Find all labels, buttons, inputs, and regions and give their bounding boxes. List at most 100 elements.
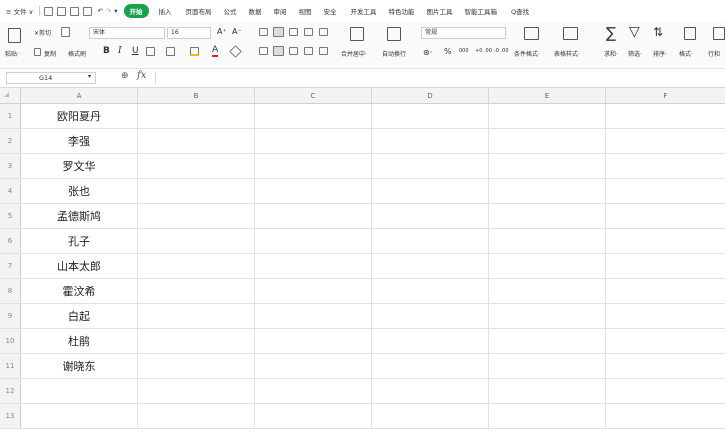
cell-d13[interactable] bbox=[372, 404, 489, 428]
select-all-corner[interactable] bbox=[0, 88, 21, 103]
name-box-dropdown-icon[interactable]: ▾ bbox=[88, 73, 91, 80]
cell-a13[interactable] bbox=[21, 404, 138, 428]
tab-features[interactable]: 特色功能 bbox=[389, 6, 415, 16]
tab-security[interactable]: 安全 bbox=[324, 6, 337, 16]
cell-d6[interactable] bbox=[372, 229, 489, 253]
tab-review[interactable]: 审阅 bbox=[274, 6, 287, 16]
row-header[interactable]: 10 bbox=[0, 329, 21, 353]
cell-f4[interactable] bbox=[606, 179, 725, 203]
italic-button[interactable]: I bbox=[118, 46, 122, 56]
cell-f11[interactable] bbox=[606, 354, 725, 378]
filter-button[interactable]: 筛选· bbox=[628, 49, 642, 58]
row-header[interactable]: 13 bbox=[0, 404, 21, 428]
conditional-format-button[interactable]: 条件格式· bbox=[514, 49, 540, 58]
cell-a11[interactable]: 谢晓东 bbox=[21, 354, 138, 378]
cell-f12[interactable] bbox=[606, 379, 725, 403]
cell-b4[interactable] bbox=[138, 179, 255, 203]
column-header-b[interactable]: B bbox=[138, 88, 255, 103]
border-icon[interactable] bbox=[146, 47, 155, 56]
name-box[interactable]: G14 bbox=[6, 72, 96, 84]
cell-e6[interactable] bbox=[489, 229, 606, 253]
cell-c4[interactable] bbox=[255, 179, 372, 203]
justify-icon[interactable] bbox=[304, 47, 313, 55]
paste-icon[interactable] bbox=[8, 28, 21, 43]
row-header[interactable]: 3 bbox=[0, 154, 21, 178]
cell-d1[interactable] bbox=[372, 104, 489, 128]
cell-b3[interactable] bbox=[138, 154, 255, 178]
row-column-icon[interactable] bbox=[713, 27, 725, 40]
tab-developer[interactable]: 开发工具 bbox=[351, 6, 377, 16]
cell-d9[interactable] bbox=[372, 304, 489, 328]
cell-f6[interactable] bbox=[606, 229, 725, 253]
tab-page-layout[interactable]: 页面布局 bbox=[186, 6, 212, 16]
cell-a10[interactable]: 杜鹃 bbox=[21, 329, 138, 353]
align-center-icon[interactable] bbox=[273, 46, 284, 56]
cell-d2[interactable] bbox=[372, 129, 489, 153]
cell-c1[interactable] bbox=[255, 104, 372, 128]
column-header-d[interactable]: D bbox=[372, 88, 489, 103]
cell-b7[interactable] bbox=[138, 254, 255, 278]
tab-start[interactable]: 开始 bbox=[123, 4, 149, 18]
column-header-e[interactable]: E bbox=[489, 88, 606, 103]
number-format-select[interactable]: 常规 bbox=[421, 27, 506, 39]
cut-button[interactable]: ✕剪切 bbox=[34, 28, 51, 37]
cell-f7[interactable] bbox=[606, 254, 725, 278]
cell-c3[interactable] bbox=[255, 154, 372, 178]
search-box[interactable]: Q查找 bbox=[511, 6, 529, 16]
cell-b11[interactable] bbox=[138, 354, 255, 378]
row-header[interactable]: 11 bbox=[0, 354, 21, 378]
merge-center-button[interactable]: 合并居中· bbox=[341, 49, 367, 58]
cell-f5[interactable] bbox=[606, 204, 725, 228]
indent-decrease-icon[interactable] bbox=[304, 28, 313, 36]
quick-access-dropdown-icon[interactable]: ▾ bbox=[114, 7, 117, 15]
cell-c13[interactable] bbox=[255, 404, 372, 428]
cell-e9[interactable] bbox=[489, 304, 606, 328]
distributed-icon[interactable] bbox=[319, 47, 328, 55]
cell-b13[interactable] bbox=[138, 404, 255, 428]
row-header[interactable]: 4 bbox=[0, 179, 21, 203]
bold-button[interactable]: B bbox=[103, 46, 110, 56]
tab-data[interactable]: 数据 bbox=[249, 6, 262, 16]
underline-button[interactable]: U bbox=[132, 46, 139, 56]
align-middle-icon[interactable] bbox=[273, 27, 284, 37]
undo-icon[interactable]: ↶ bbox=[97, 7, 102, 15]
sum-icon[interactable]: ∑ bbox=[606, 24, 616, 42]
copy-button[interactable]: 复制 bbox=[44, 49, 56, 58]
format-painter-icon[interactable] bbox=[61, 27, 70, 37]
format-button[interactable]: 格式· bbox=[679, 49, 693, 58]
fill-style-icon[interactable] bbox=[166, 47, 175, 56]
cell-b8[interactable] bbox=[138, 279, 255, 303]
cell-c5[interactable] bbox=[255, 204, 372, 228]
zoom-icon[interactable]: ⊕ bbox=[121, 71, 129, 81]
cell-c7[interactable] bbox=[255, 254, 372, 278]
cell-c10[interactable] bbox=[255, 329, 372, 353]
font-color-icon[interactable]: A bbox=[212, 46, 219, 57]
copy-icon[interactable] bbox=[34, 48, 41, 56]
cell-e2[interactable] bbox=[489, 129, 606, 153]
format-painter-button[interactable]: 格式刷 bbox=[68, 49, 86, 58]
cell-f8[interactable] bbox=[606, 279, 725, 303]
cell-e3[interactable] bbox=[489, 154, 606, 178]
print-preview-icon[interactable] bbox=[83, 6, 93, 16]
row-header[interactable]: 2 bbox=[0, 129, 21, 153]
cell-d10[interactable] bbox=[372, 329, 489, 353]
cell-c2[interactable] bbox=[255, 129, 372, 153]
row-header[interactable]: 8 bbox=[0, 279, 21, 303]
cell-e7[interactable] bbox=[489, 254, 606, 278]
font-name-select[interactable]: 宋体 bbox=[89, 27, 165, 39]
cell-e8[interactable] bbox=[489, 279, 606, 303]
cell-d4[interactable] bbox=[372, 179, 489, 203]
row-column-button[interactable]: 行和 bbox=[708, 49, 720, 58]
column-header-a[interactable]: A bbox=[21, 88, 138, 103]
tab-smart-toolbox[interactable]: 智能工具箱 bbox=[465, 6, 498, 16]
cell-e13[interactable] bbox=[489, 404, 606, 428]
row-header[interactable]: 9 bbox=[0, 304, 21, 328]
cell-a2[interactable]: 李强 bbox=[21, 129, 138, 153]
filter-icon[interactable]: ▽ bbox=[629, 24, 640, 40]
cell-e12[interactable] bbox=[489, 379, 606, 403]
cell-a3[interactable]: 罗文华 bbox=[21, 154, 138, 178]
cell-e10[interactable] bbox=[489, 329, 606, 353]
cell-a8[interactable]: 霍汶希 bbox=[21, 279, 138, 303]
redo-icon[interactable]: ↷ bbox=[106, 7, 111, 15]
decrease-decimal-button[interactable]: -0 .00 bbox=[494, 48, 509, 54]
